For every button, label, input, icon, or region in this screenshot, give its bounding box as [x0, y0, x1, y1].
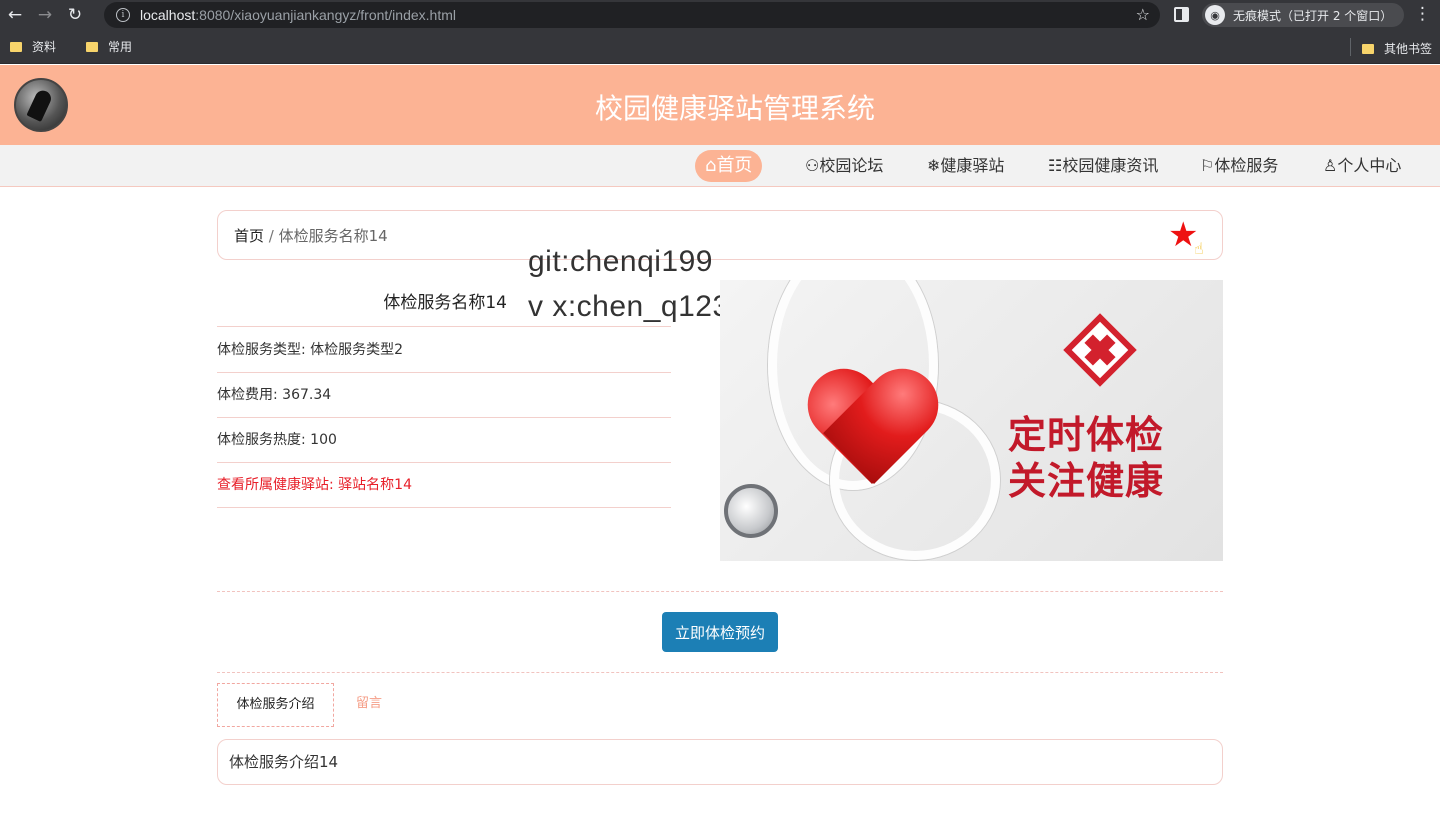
intro-content: 体检服务介绍14	[217, 739, 1223, 785]
incognito-badge[interactable]: ◉ 无痕模式（已打开 2 个窗口）	[1202, 3, 1405, 27]
breadcrumb-home[interactable]: 首页	[234, 227, 264, 245]
side-panel-icon[interactable]	[1174, 7, 1189, 22]
nav-label: 个人中心	[1337, 156, 1402, 175]
url-path: :8080/xiaoyuanjiankangyz/front/index.htm…	[195, 7, 456, 23]
image-slogan-2: 关注健康	[1008, 458, 1165, 503]
url-text: localhost:8080/xiaoyuanjiankangyz/front/…	[140, 7, 456, 23]
section-divider	[217, 672, 1223, 673]
bookmark-label: 资料	[32, 40, 57, 54]
service-type: 体检服务类型: 体检服务类型2	[217, 328, 671, 373]
bookmarks-bar: 资料 常用 其他书签	[0, 30, 1440, 64]
browser-toolbar: ← → ↻ i localhost:8080/xiaoyuanjiankangy…	[0, 0, 1440, 30]
breadcrumb-current: 体检服务名称14	[278, 227, 388, 245]
nav-user-center[interactable]: ♙个人中心	[1313, 150, 1411, 182]
address-bar[interactable]: i localhost:8080/xiaoyuanjiankangyz/fron…	[104, 2, 1160, 28]
tab-comments[interactable]: 留言	[340, 683, 398, 727]
service-heat: 体检服务热度: 100	[217, 418, 671, 463]
bookmark-folder-changyong[interactable]: 常用	[86, 38, 132, 55]
forward-icon[interactable]: →	[30, 0, 60, 30]
heart-icon	[802, 372, 942, 492]
folder-icon	[10, 41, 22, 52]
site-info-icon[interactable]: i	[116, 8, 130, 22]
back-icon[interactable]: ←	[0, 0, 30, 30]
station-link[interactable]: 查看所属健康驿站: 驿站名称14	[217, 463, 671, 508]
flag-icon: ⚐	[1200, 156, 1215, 175]
user-icon: ♙	[1323, 156, 1338, 175]
menu-icon[interactable]: ⋮	[1414, 4, 1431, 24]
main-nav: ⌂首页 ⚇校园论坛 ❄健康驿站 ☷校园健康资讯 ⚐体检服务 ♙个人中心	[0, 145, 1440, 187]
nav-label: 体检服务	[1214, 156, 1279, 175]
nav-health-station[interactable]: ❄健康驿站	[917, 150, 1014, 182]
nav-checkup-service[interactable]: ⚐体检服务	[1190, 150, 1288, 182]
other-bookmarks[interactable]: 其他书签	[1362, 40, 1432, 57]
bookmark-folder-ziliao[interactable]: 资料	[10, 38, 56, 55]
breadcrumb-separator: /	[264, 227, 279, 245]
breadcrumb: 首页 / 体检服务名称14 ★ ☝	[217, 210, 1223, 260]
reload-icon[interactable]: ↻	[60, 0, 90, 30]
tab-intro[interactable]: 体检服务介绍	[217, 683, 334, 727]
snowflake-icon: ❄	[927, 156, 941, 175]
section-divider	[217, 591, 1223, 592]
nav-label: 校园健康资讯	[1062, 156, 1159, 175]
bookmark-star-icon[interactable]: ☆	[1136, 5, 1150, 24]
nav-label: 校园论坛	[819, 156, 884, 175]
service-title: 体检服务名称14	[217, 281, 671, 327]
chestpiece-icon	[724, 484, 778, 538]
url-host: localhost	[140, 7, 196, 23]
site-header: 校园健康驿站管理系统	[0, 65, 1440, 145]
breadcrumb-text: 首页 / 体检服务名称14	[234, 225, 388, 246]
incognito-label: 无痕模式（已打开 2 个窗口）	[1233, 8, 1393, 23]
nav-health-news[interactable]: ☷校园健康资讯	[1038, 150, 1168, 182]
bookmark-separator	[1350, 38, 1351, 56]
bookmark-label: 常用	[108, 40, 133, 54]
site-title: 校园健康驿站管理系统	[594, 92, 875, 125]
folder-icon	[86, 41, 99, 52]
watermark-line-1: git:chenqi199	[528, 245, 713, 278]
news-icon: ☷	[1048, 156, 1063, 175]
service-fee: 体检费用: 367.34	[217, 373, 671, 418]
other-bookmarks-label: 其他书签	[1384, 42, 1433, 56]
hand-cursor-icon: ☝	[1194, 239, 1204, 258]
service-image: 定时体检 关注健康	[720, 280, 1223, 561]
nav-home[interactable]: ⌂首页	[695, 150, 763, 182]
home-icon: ⌂	[705, 155, 717, 176]
forum-icon: ⚇	[805, 156, 820, 175]
medical-cross-icon	[1063, 313, 1137, 387]
folder-icon	[1362, 43, 1374, 54]
incognito-icon: ◉	[1205, 5, 1225, 25]
nav-forum[interactable]: ⚇校园论坛	[795, 150, 893, 182]
book-checkup-button[interactable]: 立即体检预约	[662, 612, 778, 652]
nav-label: 首页	[716, 155, 753, 176]
nav-label: 健康驿站	[940, 156, 1005, 175]
